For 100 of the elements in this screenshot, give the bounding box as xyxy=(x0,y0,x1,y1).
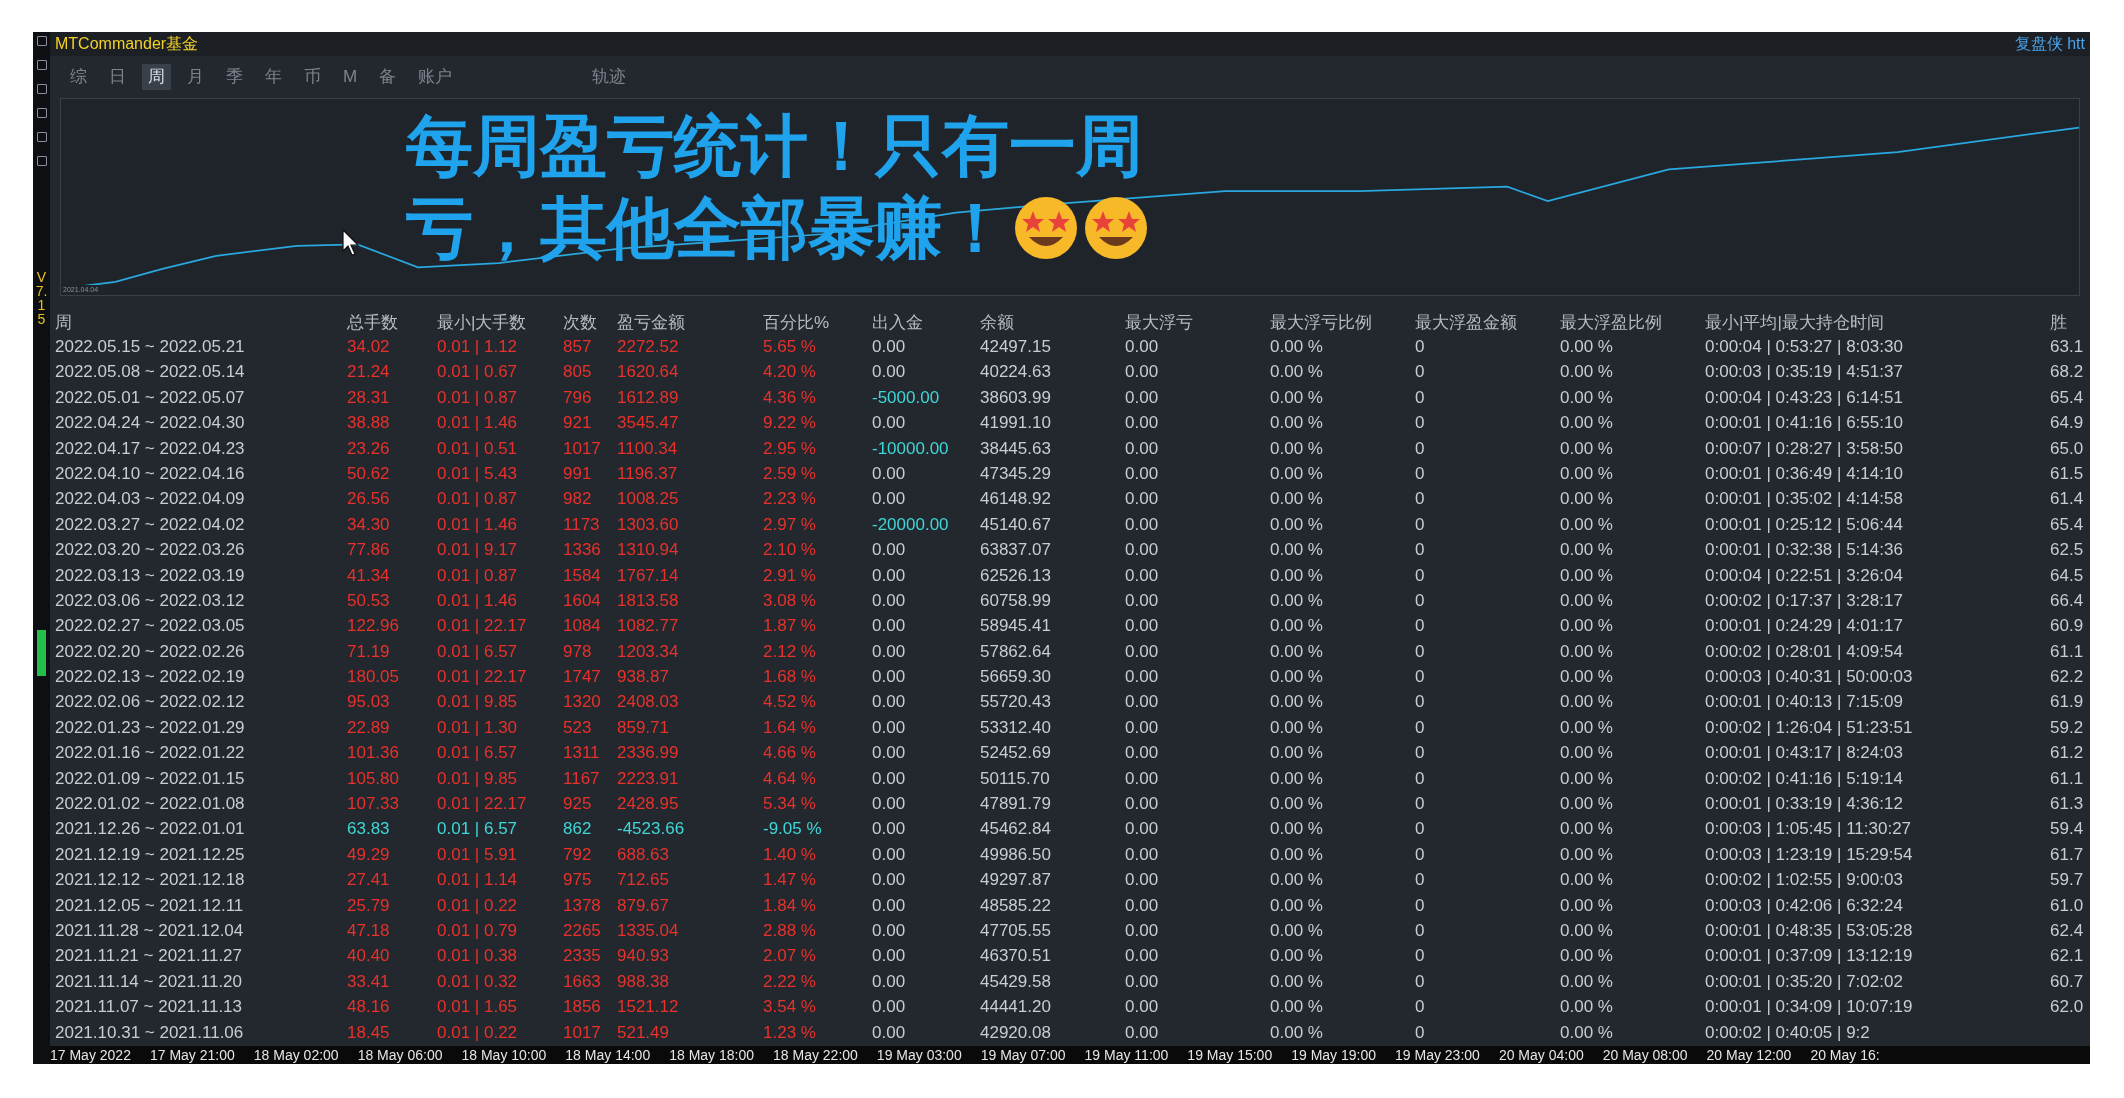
table-cell-text: 796 xyxy=(563,386,593,409)
table-cell-text: 0:00:02 | 1:02:55 | 9:00:03 xyxy=(1705,869,1904,892)
tab[interactable]: 轨迹 xyxy=(586,64,633,90)
table-cell-text: 2021.10.31 ~ 2021.11.06 xyxy=(55,1021,245,1044)
table-cell-text: 0:00:04 | 0:53:27 | 8:03:30 xyxy=(1705,336,1904,358)
table-cell-text: 0.01 | 22.17 xyxy=(437,793,528,816)
table-cell-text: 0.00 % xyxy=(1270,920,1324,942)
table-cell-text: 0.00 % xyxy=(1270,386,1324,409)
table-cell-text: 0.00 % xyxy=(1270,843,1324,866)
table-cell-text: 0 xyxy=(1415,716,1426,739)
tab[interactable]: 账户 xyxy=(412,64,459,90)
table-cell-text: 2021.12.05 ~ 2021.12.11 xyxy=(55,894,245,917)
table-cell-text: 2021.11.21 ~ 2021.11.27 xyxy=(55,945,244,968)
table-cell-text: 0:00:03 | 1:23:19 | 15:29:54 xyxy=(1705,843,1914,866)
table-cell-text: 1084 xyxy=(563,615,602,638)
toolbar-icon[interactable] xyxy=(36,132,47,142)
table-cell-text: 0.00 % xyxy=(1560,589,1614,612)
table-cell-text: 47705.55 xyxy=(980,920,1052,942)
table-cell-text: 107.33 xyxy=(347,793,400,816)
table-cell-text: 0.00 xyxy=(872,564,907,587)
table-cell-text: 48.16 xyxy=(347,996,391,1019)
toolbar-icon[interactable] xyxy=(36,84,47,94)
table-cell-text: 0:00:03 | 0:42:06 | 6:32:24 xyxy=(1705,894,1904,917)
toolbar-icon[interactable] xyxy=(36,108,47,118)
table-cell-text: 0.01 | 6.57 xyxy=(437,742,519,765)
table-cell-text: 0 xyxy=(1415,437,1426,460)
column-header: 最大浮亏比例 xyxy=(1270,312,1373,334)
table-cell-text: 2022.04.24 ~ 2022.04.30 xyxy=(55,412,246,435)
table-cell-text: 0:00:01 | 0:32:38 | 5:14:36 xyxy=(1705,539,1904,562)
table-cell-text: -5000.00 xyxy=(872,386,941,409)
table-cell-text: 2022.01.16 ~ 2022.01.22 xyxy=(55,742,246,765)
table-cell-text: 0.00 % xyxy=(1270,818,1324,841)
table-cell-text: 2.97 % xyxy=(763,513,817,536)
table-cell-text: 45429.58 xyxy=(980,970,1052,993)
table-cell-text: 0.00 xyxy=(872,793,907,816)
table-cell-text: 921 xyxy=(563,412,593,435)
table-cell-text: 0.00 % xyxy=(1560,894,1614,917)
table-cell-text: 59.4 xyxy=(2050,818,2085,841)
table-cell-text: 1747 xyxy=(563,666,602,689)
table-cell-text: 61.5 xyxy=(2050,462,2085,485)
table-cell-text: 44441.20 xyxy=(980,996,1052,1019)
tab[interactable]: 年 xyxy=(259,64,288,90)
tab[interactable]: 备 xyxy=(373,64,403,90)
table-cell-text: 2336.99 xyxy=(617,742,680,765)
table-cell-text: 2.22 % xyxy=(763,970,817,993)
tab[interactable]: 币 xyxy=(298,64,327,90)
table-cell-text: 0 xyxy=(1415,615,1426,638)
table-cell-text: 0.00 % xyxy=(1270,996,1324,1019)
table-cell-text: 1303.60 xyxy=(617,513,680,536)
table-cell-text: 0.00 xyxy=(1125,437,1160,460)
column-header: 胜 xyxy=(2050,312,2068,334)
table-cell-text: 53312.40 xyxy=(980,716,1052,739)
table-cell-text: 0.00 xyxy=(1125,640,1160,663)
table-cell-text: 0.00 % xyxy=(1560,488,1614,511)
table-cell-text: 0:00:07 | 0:28:27 | 3:58:50 xyxy=(1705,437,1904,460)
table-cell-text: 0.00 xyxy=(872,869,907,892)
toolbar-icon[interactable] xyxy=(36,36,47,46)
toolbar-icon[interactable] xyxy=(36,60,47,70)
table-cell-text: 0.00 % xyxy=(1560,386,1614,409)
table-cell-text: 0.00 % xyxy=(1560,767,1614,790)
table-cell-text: 0 xyxy=(1415,843,1426,866)
tab[interactable]: 周 xyxy=(142,64,171,90)
table-cell-text: 0:00:01 | 0:25:12 | 5:06:44 xyxy=(1705,513,1904,536)
table-cell-text: 0.00 xyxy=(872,920,907,942)
axis-label: 19 May 07:00 xyxy=(980,1046,1066,1064)
table-cell-text: 0.01 | 0.87 xyxy=(437,386,519,409)
table-cell-text: 61.2 xyxy=(2050,742,2085,765)
toolbar-icon[interactable] xyxy=(36,156,47,166)
column-header: 百分比% xyxy=(763,312,831,334)
table-cell-text: 122.96 xyxy=(347,615,400,638)
table-cell-text: 1.23 % xyxy=(763,1021,817,1044)
table-cell-text: 0.01 | 0.79 xyxy=(437,920,519,942)
table-cell-text: 52452.69 xyxy=(980,742,1052,765)
table-cell-text: 1378 xyxy=(563,894,602,917)
table-cell-text: 40224.63 xyxy=(980,361,1052,384)
tab[interactable]: 季 xyxy=(220,64,249,90)
table-cell-text: 0.00 % xyxy=(1560,920,1614,942)
table-cell-text: -4523.66 xyxy=(617,818,686,841)
table-cell-text: 2022.04.10 ~ 2022.04.16 xyxy=(55,462,246,485)
table-cell-text: 0.00 % xyxy=(1560,564,1614,587)
tab[interactable]: 月 xyxy=(181,64,210,90)
table-cell-text: 0:00:02 | 0:17:37 | 3:28:17 xyxy=(1705,589,1904,612)
table-cell-text: 0:00:01 | 0:48:35 | 53:05:28 xyxy=(1705,920,1914,942)
table-cell-text: 62526.13 xyxy=(980,564,1052,587)
tab[interactable]: M xyxy=(337,64,364,90)
table-cell-text: 63837.07 xyxy=(980,539,1052,562)
table-cell-text: 0.00 % xyxy=(1560,336,1614,358)
tab[interactable]: 综 xyxy=(64,64,93,90)
axis-label: 20 May 16: xyxy=(1810,1046,1880,1064)
table-cell-text: 0.00 % xyxy=(1560,666,1614,689)
column-header: 余额 xyxy=(980,312,1015,334)
table-cell-text: 0:00:03 | 0:35:19 | 4:51:37 xyxy=(1705,361,1904,384)
table-cell-text: 59.7 xyxy=(2050,869,2085,892)
table-cell-text: 0.00 xyxy=(1125,945,1160,968)
tab[interactable]: 日 xyxy=(103,64,132,90)
table-cell-text: 65.0 xyxy=(2050,437,2085,460)
table-cell-text: 0.00 % xyxy=(1560,640,1614,663)
table-cell-text: 0 xyxy=(1415,970,1426,993)
table-cell-text: 68.2 xyxy=(2050,361,2085,384)
table-cell-text: 0.00 % xyxy=(1560,539,1614,562)
